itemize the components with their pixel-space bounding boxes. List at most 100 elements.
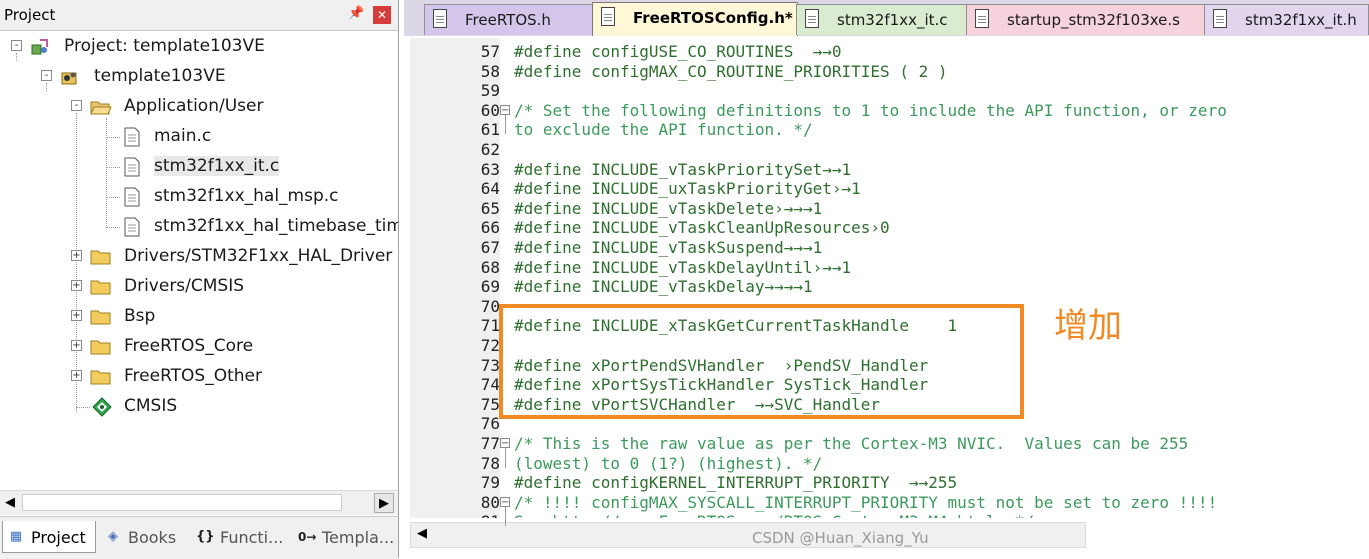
code-line[interactable]: #define configUSE_CO_ROUTINES →→0 (514, 42, 842, 61)
tree-item-stm32f1xx-it-c[interactable]: stm32f1xx_it.c (0, 154, 398, 180)
code-line[interactable]: /* Set the following definitions to 1 to… (514, 101, 1227, 120)
line-number: 74 (480, 375, 500, 395)
tree-horizontal-scrollbar[interactable]: ◀ ▶ (0, 490, 398, 515)
expand-icon[interactable]: + (71, 310, 82, 321)
books-icon: ◈ (108, 529, 118, 544)
fold-toggle-icon[interactable]: − (500, 496, 510, 507)
code-line[interactable]: to exclude the API function. */ (514, 120, 813, 139)
editor-horizontal-scrollbar[interactable]: ◀ (410, 522, 1086, 548)
expand-icon[interactable]: + (71, 370, 82, 381)
code-line[interactable]: #define configMAX_CO_ROUTINE_PRIORITIES … (514, 62, 947, 81)
tree-item-label: Application/User (124, 96, 264, 116)
project-tab-icon: ▦ (9, 529, 23, 544)
templates-icon: 0→ (298, 530, 317, 544)
line-number: 63 (480, 159, 500, 179)
fold-toggle-icon[interactable]: − (500, 104, 510, 115)
folder-icon (90, 277, 111, 297)
code-line[interactable]: #define INCLUDE_vTaskSuspend→→→1 (514, 238, 822, 257)
scroll-right-icon[interactable]: ▶ (374, 493, 394, 513)
code-line[interactable]: /* This is the raw value as per the Cort… (514, 434, 1188, 453)
highlight-box (499, 304, 1024, 419)
code-editor: FreeRTOS.h FreeRTOSConfig.h* stm32f1xx_i… (404, 0, 1369, 558)
tab-stm32f1xx-it-c[interactable]: stm32f1xx_it.c (796, 4, 968, 35)
scroll-left-icon[interactable]: ◀ (417, 526, 427, 541)
code-line[interactable]: #define INCLUDE_vTaskCleanUpResources›0 (514, 218, 890, 237)
tab-startup-s[interactable]: startup_stm32f103xe.s (966, 4, 1206, 35)
tab-functions[interactable]: {} Functi... (192, 521, 290, 553)
folder-icon (90, 367, 111, 387)
functions-icon: {} (196, 529, 215, 544)
collapse-icon[interactable]: - (71, 100, 82, 111)
line-number: 81 (410, 512, 500, 518)
tab-label: stm32f1xx_it.c (837, 11, 948, 29)
tree-item-target[interactable]: - template103VE (0, 64, 398, 90)
file-icon (122, 127, 142, 147)
tab-freertos-h[interactable]: FreeRTOS.h (424, 4, 594, 35)
collapse-icon[interactable]: - (11, 40, 22, 51)
code-line[interactable]: /* !!!! configMAX_SYSCALL_INTERRUPT_PRIO… (514, 493, 1217, 512)
tab-label: Templa... (322, 528, 395, 547)
code-line[interactable]: #define INCLUDE_vTaskDelete›→→→1 (514, 199, 822, 218)
tree-item-label: stm32f1xx_hal_msp.c (154, 186, 339, 206)
line-number: 77 (480, 434, 500, 453)
line-number: 67 (480, 238, 500, 257)
line-number: 75 (480, 394, 500, 414)
tree-item-freertos-core[interactable]: + FreeRTOS_Core (0, 334, 398, 360)
tree-item-application-user[interactable]: - Application/User (0, 94, 398, 120)
folder-icon (90, 307, 111, 327)
code-line[interactable]: #define INCLUDE_vTaskDelayUntil›→→1 (514, 258, 851, 277)
line-number: 64 (480, 179, 500, 199)
line-number: 78 (480, 453, 500, 473)
tab-freertosconfig-h[interactable]: FreeRTOSConfig.h* (592, 2, 798, 36)
tree-item-hal-msp-c[interactable]: stm32f1xx_hal_msp.c (0, 184, 398, 210)
folder-icon (90, 337, 111, 357)
fold-guide (505, 114, 506, 135)
code-area[interactable]: #define configUSE_CO_ROUTINES →→0 #define… (500, 38, 1369, 518)
tab-label: Functi... (220, 528, 284, 547)
tree-item-bsp[interactable]: + Bsp (0, 304, 398, 330)
tree-item-freertos-other[interactable]: + FreeRTOS_Other (0, 364, 398, 390)
tree-item-label: CMSIS (124, 396, 178, 416)
panel-header: Project 📌 ✕ (0, 0, 398, 31)
tree-item-label: FreeRTOS_Core (124, 336, 254, 356)
target-icon (60, 67, 80, 87)
tab-label: Project (31, 528, 86, 547)
tree-item-project[interactable]: - Project: template103VE (0, 34, 398, 60)
code-line[interactable]: #define INCLUDE_vTaskPrioritySet→→1 (514, 160, 851, 179)
line-number: 65 (480, 198, 500, 218)
tab-stm32f1xx-it-h[interactable]: stm32f1xx_it.h (1204, 4, 1369, 35)
line-number: 62 (480, 140, 500, 159)
line-number: 76 (480, 414, 500, 434)
line-number: 79 (480, 473, 500, 493)
tree-item-label: stm32f1xx_it.c (154, 156, 280, 176)
code-line[interactable]: #define configKERNEL_INTERRUPT_PRIORITY … (514, 473, 957, 492)
tab-templates[interactable]: 0→ Templa... (294, 521, 396, 553)
line-number: 80 (480, 492, 500, 512)
expand-icon[interactable]: + (71, 340, 82, 351)
tab-label: startup_stm32f103xe.s (1007, 11, 1180, 29)
code-line[interactable]: #define INCLUDE_vTaskDelay→→→→1 (514, 277, 813, 296)
code-line[interactable]: (lowest) to 0 (1?) (highest). */ (514, 454, 822, 473)
pin-icon[interactable]: 📌 (348, 6, 364, 22)
expand-icon[interactable]: + (71, 280, 82, 291)
tree-item-label: Drivers/STM32F1xx_HAL_Driver (124, 246, 393, 266)
expand-icon[interactable]: + (71, 250, 82, 261)
tree-item-drivers-cmsis[interactable]: + Drivers/CMSIS (0, 274, 398, 300)
line-number: 73 (480, 355, 500, 375)
scroll-left-icon[interactable]: ◀ (2, 495, 18, 511)
tree-item-hal-timebase-c[interactable]: stm32f1xx_hal_timebase_tim.c (0, 214, 398, 240)
tab-project[interactable]: ▦ Project (2, 521, 96, 553)
code-line[interactable]: See http://www.FreeRTOS.org/RTOS-Cortex-… (514, 512, 1034, 518)
tab-books[interactable]: ◈ Books (100, 521, 188, 553)
scroll-thumb[interactable] (22, 494, 342, 511)
fold-toggle-icon[interactable]: − (500, 438, 510, 449)
fold-guide (505, 506, 506, 527)
tree-item-cmsis[interactable]: CMSIS (0, 394, 398, 420)
code-line[interactable]: #define INCLUDE_uxTaskPriorityGet›→1 (514, 179, 861, 198)
tree-item-main-c[interactable]: main.c (0, 124, 398, 150)
collapse-icon[interactable]: - (41, 70, 52, 81)
tree-item-label: Bsp (124, 306, 156, 326)
tree-item-hal-driver[interactable]: + Drivers/STM32F1xx_HAL_Driver (0, 244, 398, 270)
close-icon[interactable]: ✕ (373, 6, 391, 24)
file-icon (805, 9, 819, 28)
